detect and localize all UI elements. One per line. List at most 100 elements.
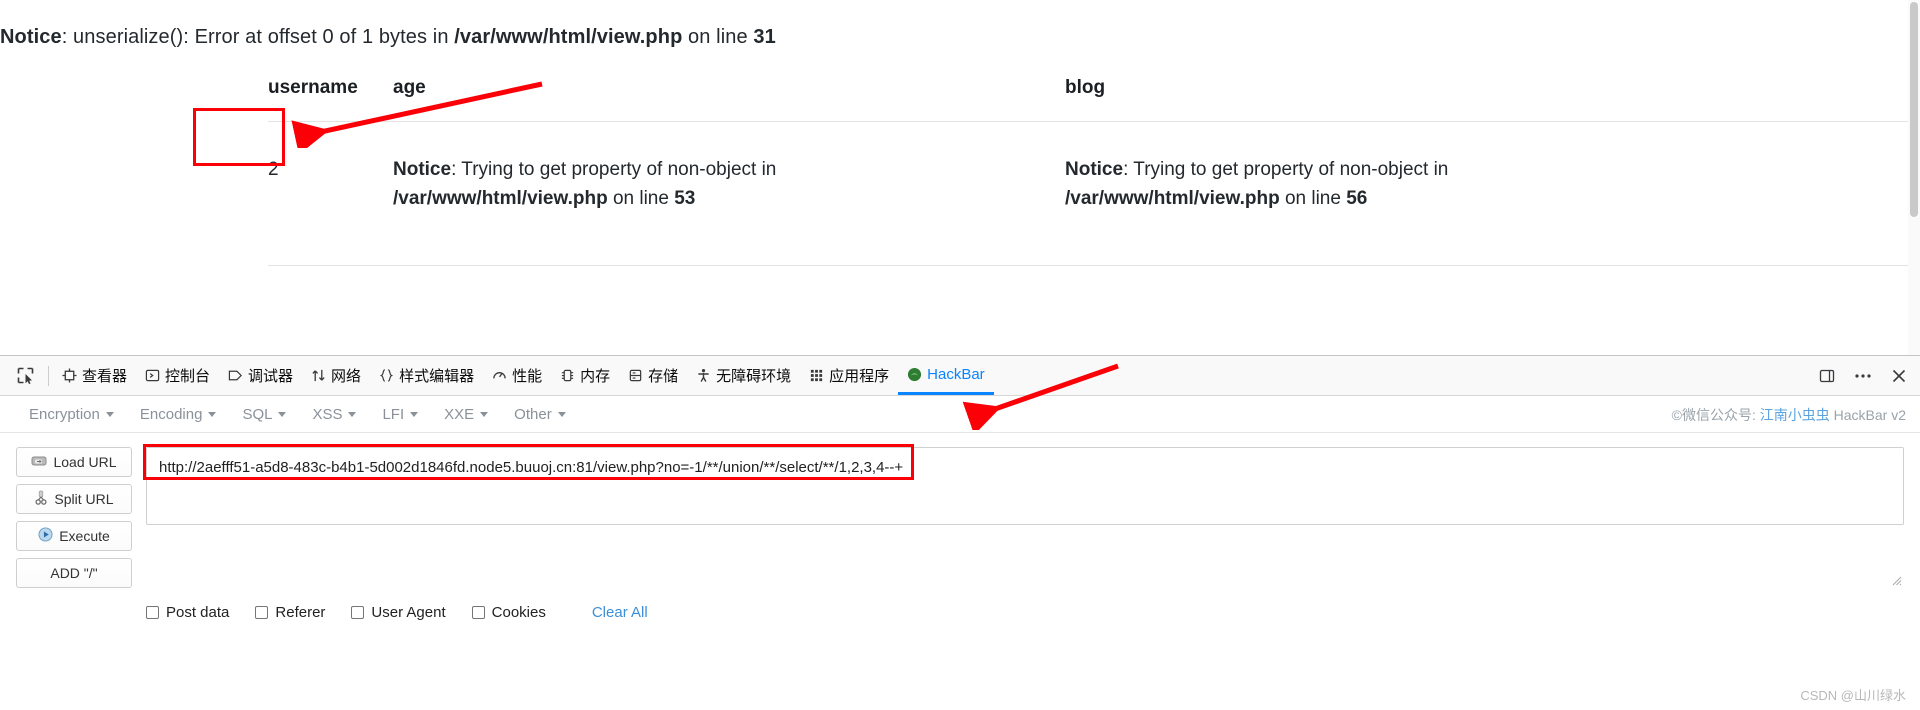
tab-debugger[interactable]: 调试器	[219, 356, 302, 395]
page-scrollbar[interactable]	[1908, 0, 1920, 355]
network-icon	[311, 368, 326, 383]
tab-label: 查看器	[82, 368, 128, 385]
element-picker-icon[interactable]	[10, 362, 40, 390]
close-icon[interactable]	[1886, 363, 1912, 389]
split-url-button[interactable]: Split URL	[16, 484, 132, 514]
notice-line-number: 53	[674, 187, 696, 209]
chevron-down-icon	[348, 411, 357, 417]
checkbox-referer[interactable]: Referer	[255, 604, 325, 621]
split-url-icon	[34, 490, 48, 508]
credit-version: HackBar v2	[1829, 407, 1906, 423]
execute-icon	[38, 527, 53, 545]
add-slash-button[interactable]: ADD "/"	[16, 558, 132, 588]
execute-button[interactable]: Execute	[16, 521, 132, 551]
notice-message: : Trying to get property of non-object i…	[1123, 159, 1449, 180]
notice-file-path: /var/www/html/view.php	[454, 26, 683, 48]
menu-label: SQL	[242, 405, 273, 423]
url-input[interactable]	[146, 447, 1904, 525]
checkbox-box[interactable]	[255, 606, 269, 619]
checkbox-label: User Agent	[371, 604, 446, 621]
tab-label: 内存	[580, 368, 611, 385]
load-url-button[interactable]: Load URL	[16, 447, 132, 477]
tab-label: 无障碍环境	[716, 368, 792, 385]
performance-icon	[492, 368, 507, 383]
menu-sql[interactable]: SQL	[229, 402, 299, 427]
devtools-tab-list: 查看器 控制台 调试器 网络 样式编辑器 性能 内存 存储 无障碍环境 应用程序…	[53, 356, 994, 395]
checkbox-label: Post data	[166, 604, 230, 621]
php-notice-unserialize: Notice: unserialize(): Error at offset 0…	[0, 26, 776, 49]
checkbox-box[interactable]	[351, 606, 365, 619]
notice-line-number: 31	[753, 26, 776, 48]
tab-memory[interactable]: 内存	[551, 356, 619, 395]
tab-style-editor[interactable]: 样式编辑器	[370, 356, 483, 395]
credit-author: 江南小虫虫	[1759, 407, 1830, 423]
hackbar-panel: Encryption Encoding SQL XSS LFI XXE Othe…	[0, 396, 1920, 710]
menu-lfi[interactable]: LFI	[369, 402, 431, 427]
textarea-resize-handle[interactable]	[1890, 574, 1902, 586]
chevron-down-icon	[278, 411, 287, 417]
tab-console[interactable]: 控制台	[136, 356, 219, 395]
notice-label: Notice	[393, 159, 452, 180]
tab-label: 调试器	[248, 368, 294, 385]
dock-layout-icon[interactable]	[1814, 363, 1840, 389]
menu-xss[interactable]: XSS	[299, 402, 369, 427]
chevron-down-icon	[410, 411, 419, 417]
php-notice-age: Notice: Trying to get property of non-ob…	[393, 156, 983, 213]
application-icon	[809, 368, 824, 383]
tab-inspector[interactable]: 查看器	[53, 356, 136, 395]
hackbar-icon	[907, 367, 922, 382]
notice-file-path: /var/www/html/view.php	[1065, 187, 1280, 209]
tab-label: 网络	[331, 368, 362, 385]
notice-label: Notice	[0, 26, 62, 48]
tab-hackbar[interactable]: HackBar	[898, 356, 994, 395]
php-notice-blog: Notice: Trying to get property of non-ob…	[1065, 156, 1655, 213]
menu-other[interactable]: Other	[501, 402, 579, 427]
hackbar-action-buttons: Load URL Split URL Execute ADD "/"	[16, 447, 132, 588]
button-label: Split URL	[54, 491, 114, 507]
more-options-icon[interactable]	[1850, 363, 1876, 389]
menu-encoding[interactable]: Encoding	[127, 402, 230, 427]
hackbar-body: Load URL Split URL Execute ADD "/" http:…	[0, 433, 1920, 588]
tab-label: 存储	[648, 368, 679, 385]
button-label: Execute	[59, 528, 110, 544]
notice-line-number: 56	[1346, 187, 1368, 209]
tab-storage[interactable]: 存储	[619, 356, 687, 395]
button-label: ADD "/"	[50, 565, 98, 581]
menu-xxe[interactable]: XXE	[431, 402, 501, 427]
checkbox-box[interactable]	[146, 606, 159, 619]
chevron-down-icon	[557, 411, 566, 417]
page-scrollbar-thumb[interactable]	[1910, 2, 1918, 217]
menu-encryption[interactable]: Encryption	[16, 402, 127, 427]
checkbox-user-agent[interactable]: User Agent	[351, 604, 446, 621]
tab-label: 控制台	[165, 368, 211, 385]
clear-all-link[interactable]: Clear All	[592, 604, 648, 621]
hackbar-credit: ©微信公众号: 江南小虫虫 HackBar v2	[1672, 405, 1906, 425]
csdn-watermark: CSDN @山川绿水	[1800, 688, 1906, 703]
tab-performance[interactable]: 性能	[483, 356, 551, 395]
checkbox-post-data[interactable]: Post data	[146, 604, 229, 621]
cell-username: 2	[268, 121, 393, 266]
notice-file-path: /var/www/html/view.php	[393, 187, 608, 209]
chevron-down-icon	[480, 411, 489, 417]
column-header-username: username	[268, 55, 393, 122]
checkbox-cookies[interactable]: Cookies	[471, 604, 546, 621]
table-row: 2 Notice: Trying to get property of non-…	[268, 121, 1918, 266]
checkbox-label: Referer	[275, 604, 326, 621]
inspector-icon	[62, 368, 77, 383]
button-label: Load URL	[53, 454, 117, 470]
console-icon	[145, 368, 160, 383]
notice-label: Notice	[1065, 159, 1124, 180]
devtools-toolbar: 查看器 控制台 调试器 网络 样式编辑器 性能 内存 存储 无障碍环境 应用程序…	[0, 356, 1920, 396]
tab-accessibility[interactable]: 无障碍环境	[687, 356, 800, 395]
storage-icon	[628, 368, 643, 383]
notice-online-text: on line	[607, 187, 675, 209]
toolbar-divider	[48, 365, 49, 386]
menu-label: XSS	[312, 405, 343, 423]
menu-label: LFI	[382, 405, 405, 423]
tab-application[interactable]: 应用程序	[800, 356, 898, 395]
tab-network[interactable]: 网络	[302, 356, 370, 395]
credit-prefix: ©微信公众号:	[1671, 407, 1760, 423]
checkbox-box[interactable]	[471, 606, 485, 619]
hackbar-menubar: Encryption Encoding SQL XSS LFI XXE Othe…	[0, 396, 1920, 433]
style-editor-icon	[379, 368, 394, 383]
